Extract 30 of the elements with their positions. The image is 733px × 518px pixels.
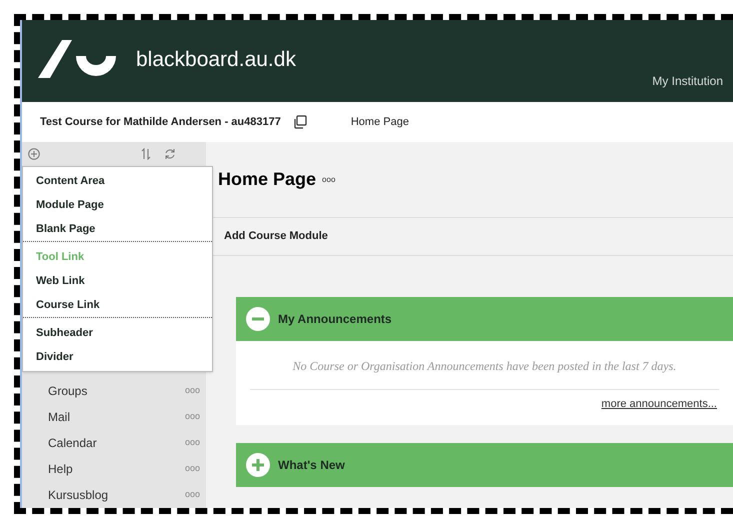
module-title[interactable]: My Announcements	[278, 310, 392, 328]
site-name[interactable]: blackboard.au.dk	[136, 44, 296, 76]
more-options[interactable]: ooo	[322, 174, 336, 186]
menu-item[interactable]: Content Area	[23, 169, 212, 193]
minus-circle-icon[interactable]	[246, 307, 270, 331]
sidebar-item[interactable]: Kursusblog	[48, 486, 108, 504]
menu-item[interactable]: Divider	[23, 345, 212, 369]
more-announcements-link[interactable]: more announcements...	[601, 396, 717, 412]
add-course-module-button[interactable]: Add Course Module	[224, 228, 328, 245]
empty-message: No Course or Organisation Announcements have been posted in the last 7 days.	[292, 358, 678, 375]
copy-icon[interactable]	[292, 115, 307, 129]
breadcrumb-page[interactable]: Home Page	[350, 114, 409, 130]
logo-icon	[38, 40, 116, 80]
add-circle-icon[interactable]	[28, 148, 40, 160]
menu-item[interactable]: Module Page	[23, 193, 212, 217]
page-title: Home Page	[218, 168, 316, 191]
menu-item[interactable]: Course Link	[23, 293, 212, 317]
sort-icon[interactable]	[140, 148, 152, 160]
menu-item[interactable]: Web Link	[23, 269, 212, 293]
nav-link[interactable]: My Institution	[652, 72, 723, 90]
sidebar-item[interactable]: Groups	[48, 382, 88, 400]
menu-item[interactable]: Subheader	[23, 321, 212, 345]
plus-circle-icon[interactable]	[246, 452, 270, 476]
sidebar-item[interactable]: Mail	[48, 408, 70, 426]
sidebar-item[interactable]: Help	[48, 460, 73, 478]
course-title[interactable]: Test Course for Mathilde Andersen - au483177	[40, 114, 281, 130]
module-title[interactable]: What's New	[278, 456, 345, 474]
refresh-icon[interactable]	[164, 148, 176, 160]
sidebar-item[interactable]: Calendar	[48, 434, 97, 452]
menu-item[interactable]: Blank Page	[23, 217, 212, 241]
